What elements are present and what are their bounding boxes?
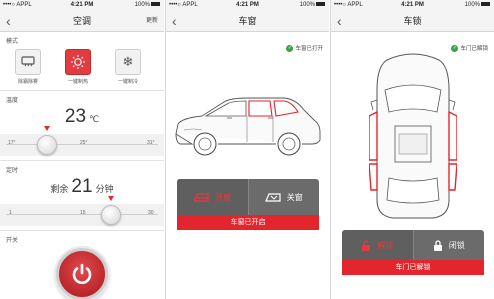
- lock-label: 闭锁: [448, 240, 465, 250]
- page-title: 空调: [72, 16, 91, 26]
- timer-label: 定时: [6, 168, 19, 174]
- nav-bar: ‹ 空调 更新: [0, 10, 164, 32]
- check-icon: ✓: [286, 44, 294, 52]
- open-window-label: 开窗: [215, 192, 232, 202]
- battery-icon: [481, 2, 490, 7]
- lock-icon: [433, 239, 442, 251]
- timer-tick-max: 30: [148, 210, 154, 216]
- window-control-panel: 开窗 关窗 车窗已开启: [177, 179, 319, 230]
- mode-defrost-button[interactable]: 除霜除雾: [6, 49, 50, 85]
- timer-readout: 剩余 21 分钟: [0, 176, 164, 198]
- battery-indicator: 100%: [300, 0, 325, 10]
- timer-slider[interactable]: 1 15 30: [0, 204, 164, 226]
- back-icon[interactable]: ‹: [172, 10, 177, 32]
- battery-indicator: 100%: [465, 0, 490, 10]
- page-title: 车窗: [238, 16, 257, 26]
- timer-slider-knob[interactable]: [101, 205, 121, 225]
- unlock-button[interactable]: 解锁: [342, 230, 413, 260]
- unlock-label: 解锁: [377, 240, 394, 250]
- open-window-button[interactable]: 开窗: [177, 179, 248, 215]
- temp-tick-min: 17°: [8, 140, 16, 146]
- lock-button[interactable]: 闭锁: [412, 230, 485, 260]
- battery-indicator: 100%: [135, 0, 160, 10]
- temp-value: 23: [64, 106, 87, 127]
- temp-label: 温度: [6, 98, 19, 104]
- unlock-icon: [362, 239, 371, 251]
- timer-tick-mid: 15: [80, 210, 86, 216]
- mode-heat-button[interactable]: 一键制热: [56, 49, 100, 85]
- battery-text: 100%: [299, 2, 315, 8]
- status-bar: ••••○ APPL 4:21 PM 100%: [331, 0, 494, 10]
- mode-cool-button[interactable]: ❄ 一键制冷: [106, 49, 150, 85]
- status-bar: ••••○ APPL 4:21 PM 100%: [0, 0, 164, 10]
- window-state-text: 车窗已打开: [295, 46, 323, 52]
- temp-slider-knob[interactable]: [37, 135, 57, 155]
- lock-state-text: 车门已解锁: [460, 46, 488, 52]
- temp-readout: 23 ℃: [0, 106, 164, 128]
- nav-bar: ‹ 车窗: [166, 10, 329, 32]
- back-icon[interactable]: ‹: [337, 10, 342, 32]
- window-open-icon: [193, 193, 209, 202]
- timer-value: 21: [71, 176, 93, 197]
- app-screens: ••••○ APPL 4:21 PM 100% ‹ 空调 更新 模式 除霜除雾 …: [0, 0, 494, 299]
- sun-icon: [65, 49, 91, 75]
- battery-icon: [151, 2, 160, 7]
- window-state-tag: ✓ 车窗已打开: [286, 44, 323, 52]
- temp-tick-mid: 25°: [80, 140, 88, 146]
- power-icon: [72, 263, 92, 284]
- timer-marker-icon: [108, 196, 114, 201]
- mode-heat-label: 一键制热: [67, 79, 88, 85]
- timer-tick-min: 1: [9, 210, 12, 216]
- car-top-illustration: [369, 53, 457, 219]
- timer-unit: 分钟: [95, 184, 114, 194]
- back-icon[interactable]: ‹: [6, 10, 11, 32]
- window-buttons: 开窗 关窗: [177, 179, 319, 215]
- mode-cool-label: 一键制冷: [117, 79, 138, 85]
- close-window-label: 关窗: [286, 192, 303, 202]
- nav-bar: ‹ 车锁: [331, 10, 494, 32]
- car-side-illustration: [175, 97, 321, 156]
- temp-marker-icon: [44, 126, 50, 131]
- window-status-bar: 车窗已开启: [177, 215, 319, 230]
- mode-defrost-label: 除霜除雾: [17, 79, 38, 85]
- temp-marker-row: [0, 126, 164, 132]
- switch-label: 开关: [6, 238, 19, 244]
- ac-screen: ••••○ APPL 4:21 PM 100% ‹ 空调 更新 模式 除霜除雾 …: [0, 0, 164, 299]
- status-bar: ••••○ APPL 4:21 PM 100%: [166, 0, 329, 10]
- battery-text: 100%: [134, 2, 150, 8]
- temp-unit: ℃: [89, 114, 100, 124]
- refresh-button[interactable]: 更新: [146, 10, 158, 32]
- temp-tick-max: 31°: [147, 140, 155, 146]
- lock-status-bar: 车门已解锁: [342, 260, 484, 275]
- lock-control-panel: 解锁 闭锁 车门已解锁: [342, 230, 484, 275]
- battery-icon: [316, 2, 325, 7]
- mode-selector: 除霜除雾 一键制热 ❄ 一键制冷: [0, 45, 164, 85]
- power-wrap: [0, 248, 164, 299]
- page-title: 车锁: [403, 16, 422, 26]
- power-button[interactable]: [56, 248, 108, 299]
- lock-screen: ••••○ APPL 4:21 PM 100% ‹ 车锁 ✓ 车门已解锁 解锁 …: [330, 0, 494, 299]
- timer-prefix: 剩余: [50, 184, 69, 194]
- battery-text: 100%: [464, 2, 480, 8]
- defrost-icon: [15, 49, 41, 75]
- lock-buttons: 解锁 闭锁: [342, 230, 484, 260]
- window-screen: ••••○ APPL 4:21 PM 100% ‹ 车窗 ✓ 车窗已打开 开窗 …: [165, 0, 329, 299]
- window-close-icon: [264, 193, 281, 202]
- temp-slider[interactable]: 17° 25° 31°: [0, 134, 164, 156]
- mode-label: 模式: [6, 39, 19, 45]
- timer-marker-row: [0, 196, 164, 202]
- snowflake-icon: ❄: [115, 49, 141, 75]
- close-window-button[interactable]: 关窗: [247, 179, 320, 215]
